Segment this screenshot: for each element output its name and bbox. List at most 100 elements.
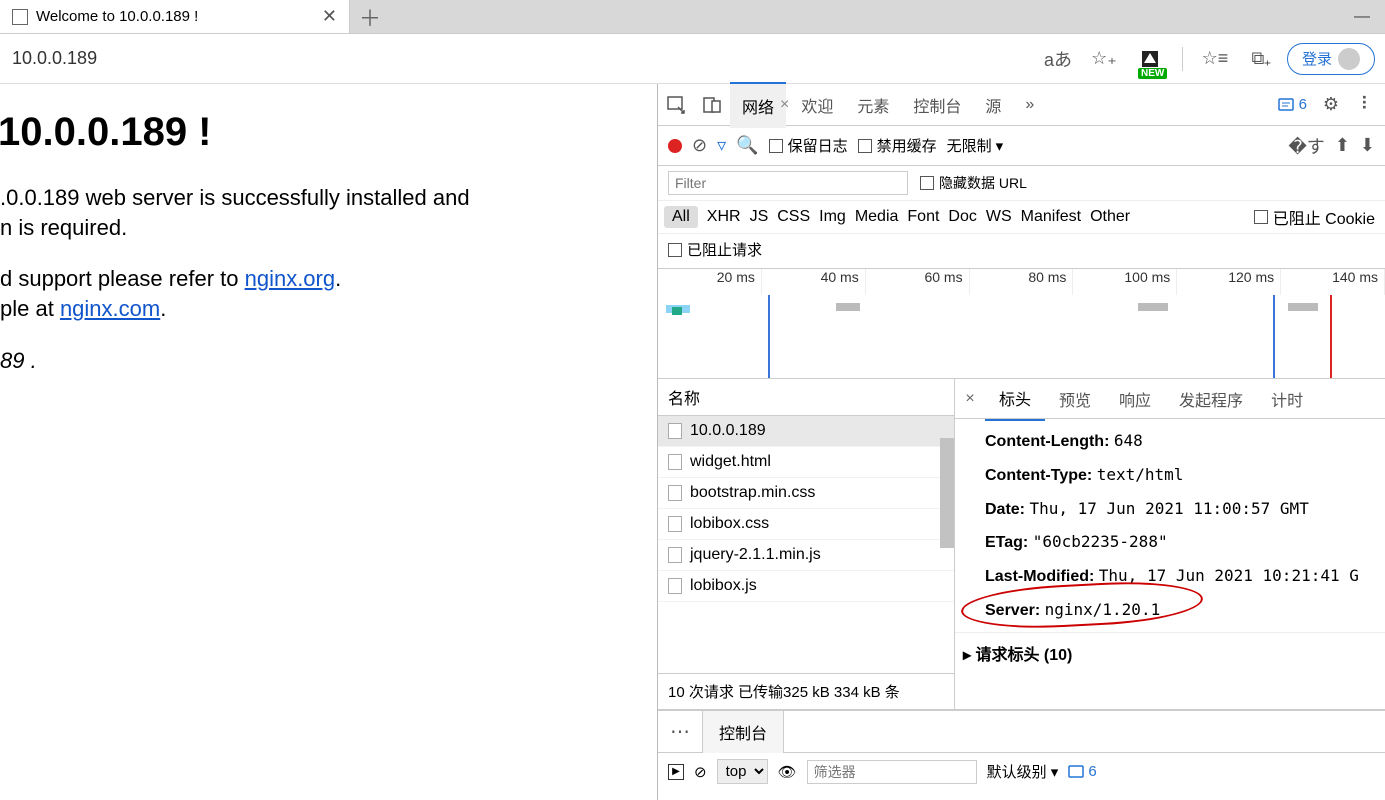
request-row[interactable]: lobibox.js — [658, 571, 954, 602]
collections-icon[interactable]: ⧉₊ — [1241, 41, 1281, 77]
filter-type[interactable]: Img — [819, 208, 846, 226]
response-headers: Content-Length: 648 Content-Type: text/h… — [955, 419, 1385, 632]
page-paragraph: d support please refer to nginx.org. ple… — [0, 264, 657, 323]
filter-type[interactable]: Media — [855, 208, 899, 226]
login-button[interactable]: 登录 — [1287, 43, 1375, 75]
file-icon — [668, 547, 682, 563]
address-bar: 10.0.0.189 aあ ☆₊ NEW ☆≡ ⧉₊ 登录 — [0, 34, 1385, 84]
console-toolbar: ▶ ⊘ top 👁 默认级别 ▾ 6 — [658, 753, 1385, 790]
blocked-cookie-checkbox[interactable]: 已阻止 Cookie — [1254, 205, 1375, 229]
request-headers-toggle[interactable]: ▸ 请求标头 (10) — [955, 632, 1385, 671]
device-icon[interactable] — [694, 95, 730, 115]
request-row[interactable]: 10.0.0.189 — [658, 416, 954, 447]
nginx-com-link[interactable]: nginx.com — [60, 296, 160, 321]
waterfall[interactable]: 20 ms40 ms60 ms80 ms100 ms120 ms140 ms — [658, 269, 1385, 379]
drawer-more-icon[interactable]: ⋯ — [658, 719, 702, 744]
url-input[interactable]: 10.0.0.189 — [10, 48, 1032, 69]
separator — [1182, 47, 1183, 71]
clear-icon[interactable]: ⊘ — [692, 135, 707, 156]
waterfall-labels: 20 ms40 ms60 ms80 ms100 ms120 ms140 ms — [658, 269, 1385, 295]
scrollbar-thumb[interactable] — [940, 438, 954, 548]
detail-tab-preview[interactable]: 预览 — [1045, 379, 1105, 420]
upload-icon[interactable]: ⬆ — [1335, 135, 1350, 156]
console-filter-input[interactable] — [807, 760, 977, 784]
issues-badge[interactable]: 6 — [1271, 96, 1313, 114]
new-badge: NEW — [1138, 68, 1167, 79]
network-summary: 10 次请求 已传输325 kB 334 kB 条 — [658, 673, 954, 709]
tab-elements[interactable]: 元素 — [845, 83, 901, 127]
request-row[interactable]: lobibox.css — [658, 509, 954, 540]
login-label: 登录 — [1302, 48, 1332, 69]
request-row[interactable]: bootstrap.min.css — [658, 478, 954, 509]
settings-icon[interactable]: ⚙ — [1313, 94, 1349, 115]
download-icon[interactable]: ⬇ — [1360, 135, 1375, 156]
tab-welcome[interactable]: 欢迎 — [789, 83, 845, 127]
request-list[interactable]: 10.0.0.189 widget.html bootstrap.min.css… — [658, 416, 954, 673]
close-detail-icon[interactable]: × — [955, 390, 985, 408]
more-tabs-icon[interactable]: » — [1013, 86, 1046, 124]
filter-type[interactable]: WS — [986, 208, 1012, 226]
filter-row: 隐藏数据 URL — [658, 166, 1385, 201]
filter-type[interactable]: XHR — [707, 208, 741, 226]
network-toolbar: ⊘ ▿ 🔍 保留日志 禁用缓存 无限制 ▾ �す ⬆ ⬇ — [658, 126, 1385, 166]
eye-icon[interactable]: 👁 — [778, 763, 797, 781]
tab-network[interactable]: 网络 — [730, 82, 786, 128]
tab-sources[interactable]: 源 — [973, 83, 1013, 127]
context-select[interactable]: top — [717, 759, 768, 784]
tab-console[interactable]: 控制台 — [901, 83, 973, 127]
request-row[interactable]: jquery-2.1.1.min.js — [658, 540, 954, 571]
type-filters: All XHR JS CSS Img Media Font Doc WS Man… — [658, 201, 1385, 234]
filter-input[interactable] — [668, 171, 908, 195]
close-tab-icon[interactable]: ✕ — [322, 6, 337, 27]
play-icon[interactable]: ▶ — [668, 764, 684, 780]
page-heading: 10.0.0.189 ! — [0, 110, 657, 155]
filter-type[interactable]: JS — [750, 208, 769, 226]
filter-type[interactable]: CSS — [777, 208, 810, 226]
detail-tab-timing[interactable]: 计时 — [1257, 379, 1317, 420]
file-icon — [668, 423, 682, 439]
page-paragraph: .0.0.189 web server is successfully inst… — [0, 183, 657, 242]
dock-icon[interactable]: ⠇ — [1349, 94, 1385, 115]
detail-tab-initiator[interactable]: 发起程序 — [1165, 379, 1257, 420]
disable-cache-checkbox[interactable]: 禁用缓存 — [858, 135, 937, 156]
search-icon[interactable]: 🔍 — [736, 135, 758, 156]
devtools: 网络 × 欢迎 元素 控制台 源 » 6 ⚙ ⠇ ⊘ ▿ 🔍 保留日志 禁用缓存… — [657, 84, 1385, 800]
blocked-request-row: 已阻止请求 — [658, 234, 1385, 269]
hide-data-url-checkbox[interactable]: 隐藏数据 URL — [920, 173, 1027, 193]
minimize-button[interactable]: ― — [1339, 0, 1385, 33]
filter-type[interactable]: Doc — [948, 208, 976, 226]
detail-tabs: × 标头 预览 响应 发起程序 计时 — [955, 379, 1385, 419]
new-tab-button[interactable]: ＋ — [350, 0, 390, 33]
file-icon — [668, 516, 682, 532]
detail-tab-headers[interactable]: 标头 — [985, 379, 1045, 421]
filter-type[interactable]: Other — [1090, 208, 1130, 226]
translate-icon[interactable]: aあ — [1038, 41, 1078, 77]
clear-console-icon[interactable]: ⊘ — [694, 763, 707, 781]
tab-title: Welcome to 10.0.0.189 ! — [36, 8, 314, 25]
file-icon — [668, 485, 682, 501]
avatar-icon — [1338, 48, 1360, 70]
page-content: 10.0.0.189 ! .0.0.189 web server is succ… — [0, 84, 657, 800]
inspect-icon[interactable] — [658, 95, 694, 115]
favorites-list-icon[interactable]: ☆≡ — [1195, 41, 1235, 77]
detail-tab-response[interactable]: 响应 — [1105, 379, 1165, 420]
filter-type-all[interactable]: All — [664, 206, 698, 228]
filter-type[interactable]: Font — [907, 208, 939, 226]
request-row[interactable]: widget.html — [658, 447, 954, 478]
console-issues-badge[interactable]: 6 — [1068, 763, 1096, 780]
filter-type[interactable]: Manifest — [1021, 208, 1081, 226]
favicon-icon — [12, 9, 28, 25]
wifi-icon[interactable]: �す — [1288, 133, 1324, 159]
close-panel-icon[interactable]: × — [780, 96, 789, 114]
favorite-icon[interactable]: ☆₊ — [1084, 41, 1124, 77]
drawer-tab-console[interactable]: 控制台 — [702, 710, 784, 753]
throttle-select[interactable]: 无限制 ▾ — [947, 135, 1004, 156]
nginx-org-link[interactable]: nginx.org — [245, 266, 336, 291]
extension-icon[interactable]: NEW — [1130, 41, 1170, 77]
blocked-request-checkbox[interactable]: 已阻止请求 — [668, 239, 762, 260]
browser-tab[interactable]: Welcome to 10.0.0.189 ! ✕ — [0, 0, 350, 33]
record-icon[interactable] — [668, 139, 682, 153]
preserve-log-checkbox[interactable]: 保留日志 — [769, 135, 848, 156]
filter-icon[interactable]: ▿ — [717, 135, 726, 156]
level-select[interactable]: 默认级别 ▾ — [987, 761, 1059, 782]
